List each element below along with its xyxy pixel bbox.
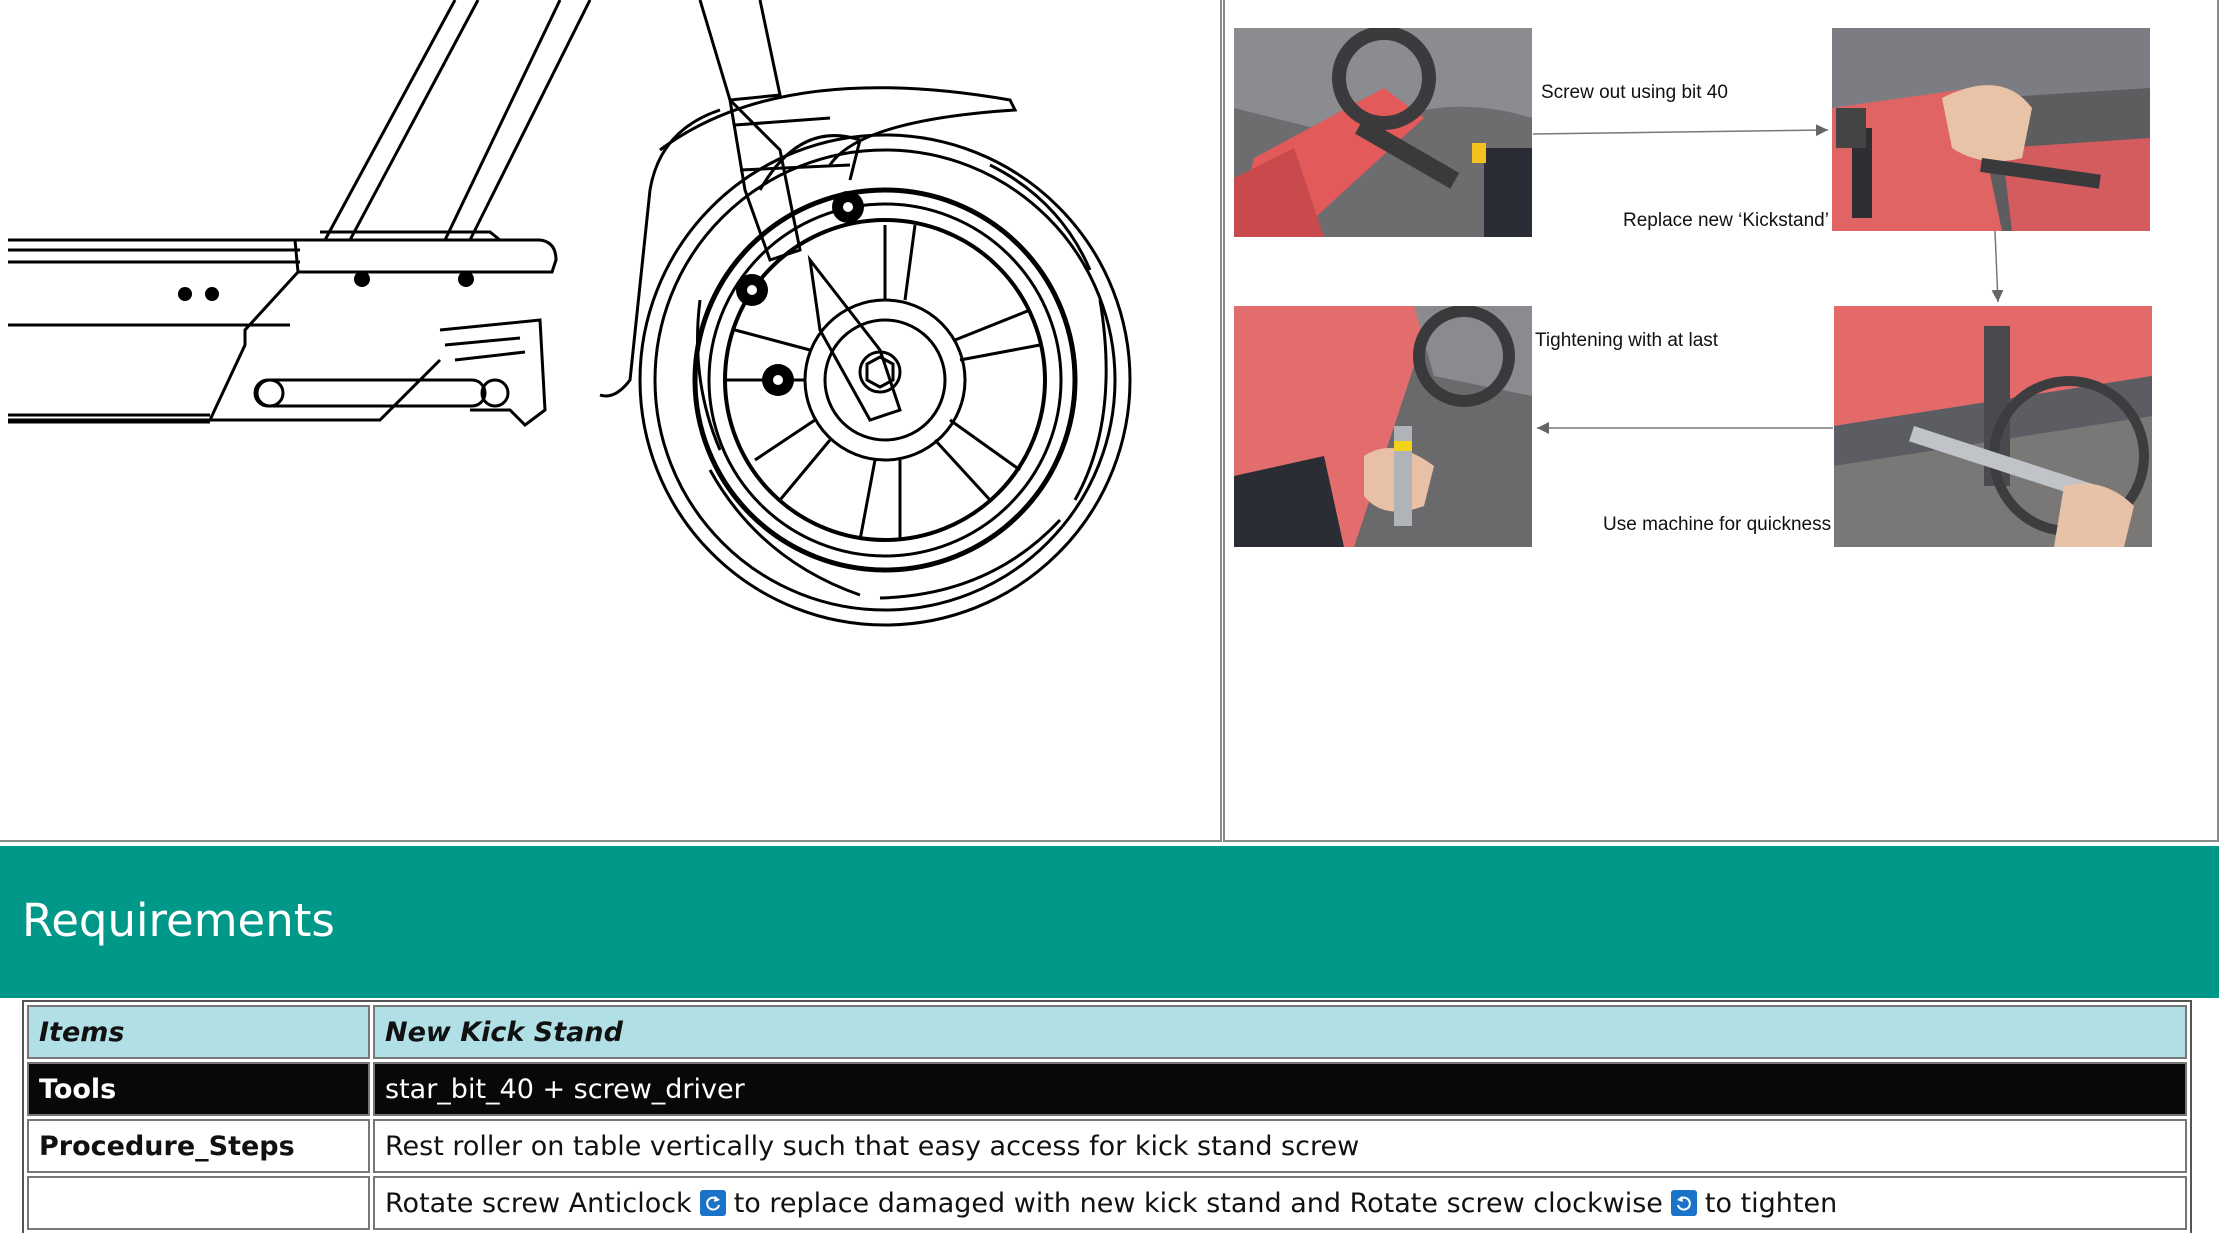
steps-photo-panel: Screw out using bit 40 Replace new ‘Kick…	[1223, 0, 2219, 842]
table-row-procedure: Procedure_Steps Rest roller on table ver…	[27, 1119, 2187, 1173]
step2-value: Rotate screw Anticlock to replace damaged…	[373, 1176, 2187, 1230]
table-row-tools: Tools star_bit_40 + screw_driver	[27, 1062, 2187, 1116]
rotate-anticlockwise-icon	[699, 1189, 726, 1216]
requirements-table: Items New Kick Stand Tools star_bit_40 +…	[22, 1000, 2192, 1233]
tools-value: star_bit_40 + screw_driver	[373, 1062, 2187, 1116]
scooter-diagram-panel	[0, 0, 1222, 842]
rotate-clockwise-icon	[1670, 1189, 1697, 1216]
procedure-value: Rest roller on table vertically such tha…	[373, 1119, 2187, 1173]
step2-label	[27, 1176, 370, 1230]
step2-text-part2: to replace damaged with new kick stand a…	[733, 1187, 1663, 1219]
step2-text-part1: Rotate screw Anticlock	[385, 1187, 692, 1219]
step2-text-part3: to tighten	[1704, 1187, 1838, 1219]
procedure-label: Procedure_Steps	[27, 1119, 370, 1173]
table-row-step2: Rotate screw Anticlock to replace damaged…	[27, 1176, 2187, 1230]
step-flow-arrows	[1532, 124, 2004, 434]
header-value-cell: New Kick Stand	[373, 1005, 2187, 1059]
scooter-line-drawing	[8, 0, 1132, 627]
header-items-cell: Items	[27, 1005, 370, 1059]
tools-label: Tools	[27, 1062, 370, 1116]
table-header-row: Items New Kick Stand	[27, 1005, 2187, 1059]
requirements-heading: Requirements	[22, 894, 335, 947]
requirements-banner: Requirements	[0, 846, 2219, 998]
